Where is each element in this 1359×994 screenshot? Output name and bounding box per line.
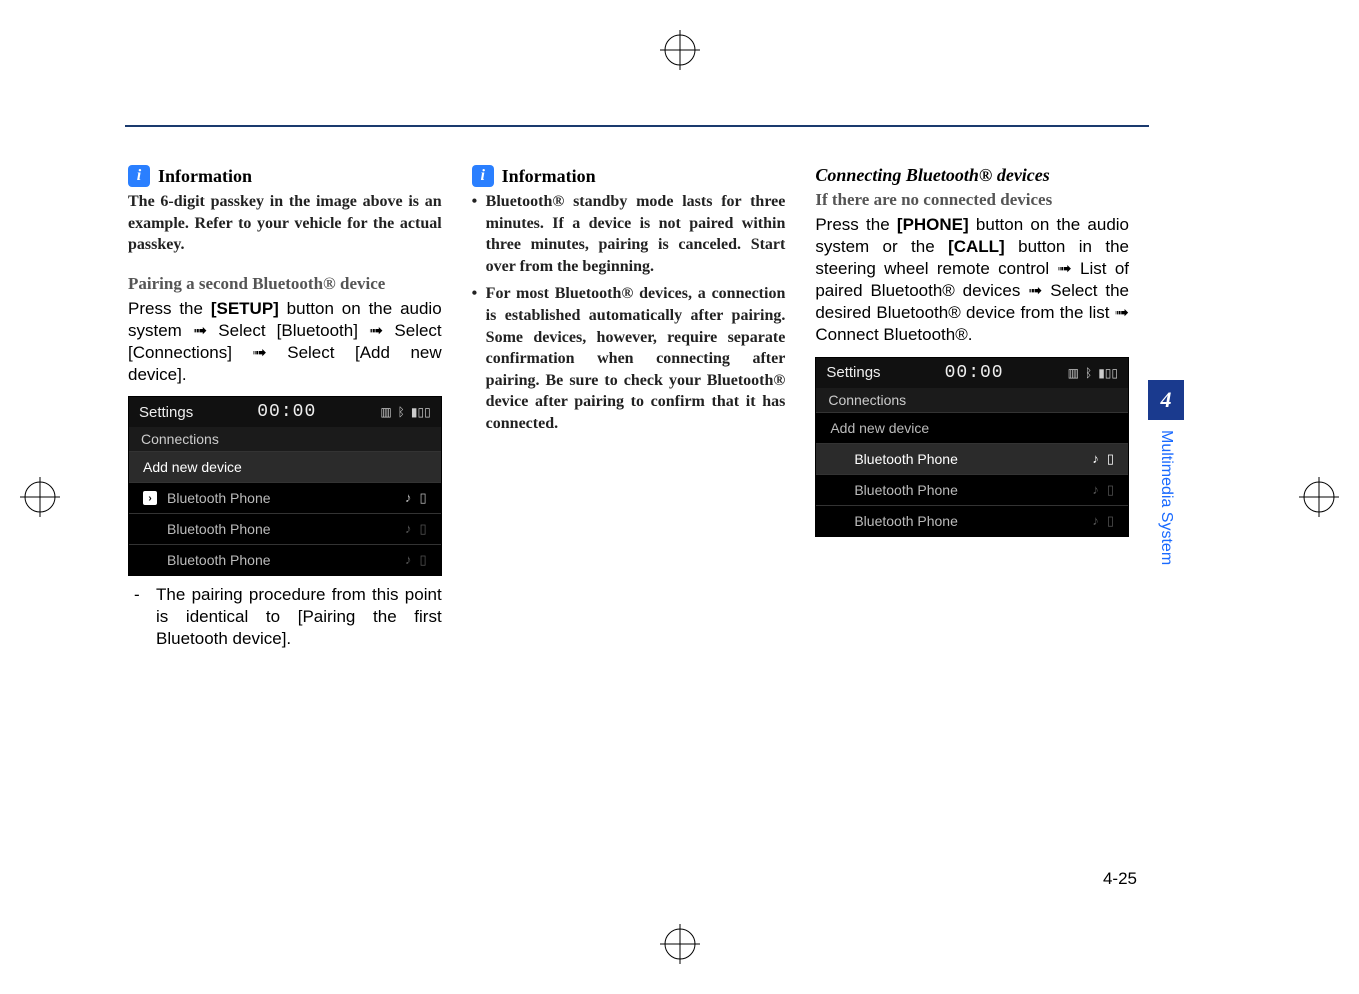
music-icon: ♪ [1092, 513, 1099, 529]
page-number: 4-25 [1103, 869, 1137, 889]
information-badge-2: i Information [472, 165, 596, 187]
info-body-text: The 6-digit passkey in the image above i… [128, 191, 442, 256]
info-title: Information [158, 166, 252, 187]
button-label-call: [CALL] [948, 237, 1005, 256]
music-icon: ♪ [405, 490, 412, 506]
bt-phone-row-3[interactable]: Bluetooth Phone ♪ ▯ [816, 505, 1128, 536]
music-icon: ♪ [405, 521, 412, 537]
body-pre: Press the [815, 215, 897, 234]
crop-mark-left [20, 477, 60, 517]
bt-phone-label: Bluetooth Phone [854, 482, 958, 498]
bt-phone-label: Bluetooth Phone [854, 513, 958, 529]
phone-device-icon: ▯ [420, 490, 427, 506]
button-label-phone: [PHONE] [897, 215, 969, 234]
dash-item: The pairing procedure from this point is… [128, 584, 442, 650]
battery-icon: ▥ [380, 405, 391, 419]
music-icon: ♪ [1092, 451, 1099, 467]
add-new-device-label: Add new device [143, 459, 242, 475]
row-icons-dim: ♪ ▯ [405, 521, 427, 537]
section-body-connecting: Press the [PHONE] button on the audio sy… [815, 214, 1129, 347]
bt-phone-row-1[interactable]: › Bluetooth Phone ♪ ▯ [129, 482, 441, 513]
tab-number: 4 [1148, 380, 1184, 420]
side-tab: 4 Multimedia System [1148, 380, 1184, 610]
bt-phone-row-2[interactable]: Bluetooth Phone ♪ ▯ [816, 474, 1128, 505]
settings-sub: Connections [816, 388, 1128, 412]
music-icon: ♪ [1092, 482, 1099, 498]
chevron-icon: › [143, 491, 157, 505]
info-icon: i [472, 165, 494, 187]
settings-title: Settings [826, 364, 880, 381]
bt-phone-label: Bluetooth Phone [854, 451, 958, 467]
row-icons-dim: ♪ ▯ [1092, 482, 1114, 498]
row-icons-dim: ♪ ▯ [405, 552, 427, 568]
add-new-device-row[interactable]: Add new device [816, 412, 1128, 443]
row-icons: ♪ ▯ [1092, 451, 1114, 467]
bluetooth-icon: ᛒ [398, 405, 405, 419]
row-icons-dim: ♪ ▯ [1092, 513, 1114, 529]
settings-time: 00:00 [945, 363, 1004, 383]
crop-mark-bottom [660, 924, 700, 964]
bluetooth-icon: ᛒ [1085, 366, 1092, 380]
info-title: Information [502, 166, 596, 187]
phone-device-icon: ▯ [1107, 451, 1114, 467]
settings-title: Settings [139, 404, 193, 421]
phone-device-icon: ▯ [1107, 513, 1114, 529]
info-bullet-1: Bluetooth® standby mode lasts for three … [472, 191, 786, 277]
bt-phone-label: Bluetooth Phone [167, 490, 271, 506]
section-title-connecting: Connecting Bluetooth® devices [815, 165, 1129, 186]
info-icon: i [128, 165, 150, 187]
section-subheading: If there are no connected devices [815, 190, 1129, 210]
body-pre: Press the [128, 299, 211, 318]
signal-icon: ▮▯▯ [1098, 366, 1118, 380]
settings-time: 00:00 [257, 402, 316, 422]
section-heading-pairing: Pairing a second Bluetooth® device [128, 274, 442, 294]
button-label-setup: [SETUP] [211, 299, 279, 318]
dash-list: The pairing procedure from this point is… [128, 584, 442, 650]
settings-header: Settings 00:00 ▥ ᛒ ▮▯▯ [816, 358, 1128, 388]
settings-panel-2: Settings 00:00 ▥ ᛒ ▮▯▯ Connections Add n… [815, 357, 1129, 537]
bt-phone-row-1[interactable]: Bluetooth Phone ♪ ▯ [816, 443, 1128, 474]
settings-header: Settings 00:00 ▥ ᛒ ▮▯▯ [129, 397, 441, 427]
info-bullet-list: Bluetooth® standby mode lasts for three … [472, 191, 786, 435]
top-rule [125, 125, 1149, 127]
crop-mark-top [660, 30, 700, 70]
add-new-device-row[interactable]: Add new device [129, 451, 441, 482]
section-body-pairing: Press the [SETUP] button on the audio sy… [128, 298, 442, 386]
battery-icon: ▥ [1068, 366, 1079, 380]
tab-label: Multimedia System [1157, 420, 1175, 575]
information-badge: i Information [128, 165, 252, 187]
column-3: Connecting Bluetooth® devices If there a… [815, 165, 1129, 650]
row-icons: ♪ ▯ [405, 490, 427, 506]
status-icons: ▥ ᛒ ▮▯▯ [380, 405, 430, 419]
status-icons: ▥ ᛒ ▮▯▯ [1068, 366, 1118, 380]
signal-icon: ▮▯▯ [411, 405, 431, 419]
bt-phone-label: Bluetooth Phone [167, 552, 271, 568]
column-1: i Information The 6-digit passkey in the… [128, 165, 442, 650]
phone-device-icon: ▯ [420, 552, 427, 568]
settings-panel-1: Settings 00:00 ▥ ᛒ ▮▯▯ Connections Add n… [128, 396, 442, 576]
phone-device-icon: ▯ [1107, 482, 1114, 498]
settings-sub: Connections [129, 427, 441, 451]
music-icon: ♪ [405, 552, 412, 568]
crop-mark-right [1299, 477, 1339, 517]
add-new-device-label: Add new device [830, 420, 929, 436]
column-2: i Information Bluetooth® standby mode la… [472, 165, 786, 650]
bt-phone-row-3[interactable]: Bluetooth Phone ♪ ▯ [129, 544, 441, 575]
bt-phone-row-2[interactable]: Bluetooth Phone ♪ ▯ [129, 513, 441, 544]
bt-phone-label: Bluetooth Phone [167, 521, 271, 537]
phone-device-icon: ▯ [420, 521, 427, 537]
page-content: i Information The 6-digit passkey in the… [128, 165, 1129, 650]
info-bullet-2: For most Bluetooth® devices, a connectio… [472, 283, 786, 434]
